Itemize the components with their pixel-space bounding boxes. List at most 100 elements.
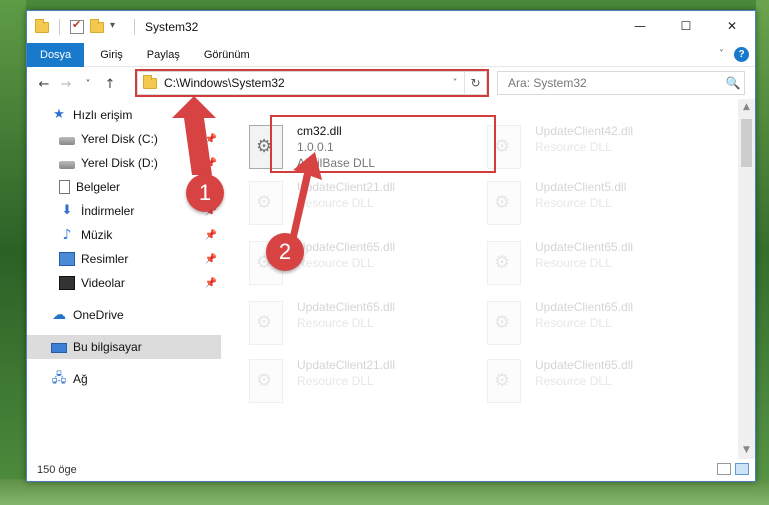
file-meta: UpdateClient65.dll Resource DLL bbox=[297, 239, 395, 291]
file-name: cm32.dll bbox=[297, 124, 342, 138]
dll-file-icon bbox=[487, 241, 521, 285]
tab-home[interactable]: Giriş bbox=[88, 43, 135, 67]
scroll-down-icon[interactable]: ▼ bbox=[738, 442, 755, 459]
network-icon: 🖧 bbox=[51, 371, 67, 386]
search-box[interactable]: Ara: System32 🔍 bbox=[497, 71, 745, 95]
dll-file-icon bbox=[487, 359, 521, 403]
file-description: Resource DLL bbox=[535, 374, 612, 388]
file-name: UpdateClient65.dll bbox=[297, 300, 396, 314]
recent-locations-button[interactable]: ˅ bbox=[77, 79, 99, 90]
vertical-scrollbar[interactable]: ▲ ▼ bbox=[738, 99, 755, 459]
up-button[interactable]: ↑ bbox=[99, 77, 121, 92]
divider bbox=[59, 19, 60, 35]
pin-icon: 📌 bbox=[204, 277, 217, 289]
file-description: Resource DLL bbox=[535, 196, 612, 210]
sidebar-item-label: Belgeler bbox=[76, 180, 121, 194]
divider bbox=[134, 19, 135, 35]
file-name: UpdateClient5.dll bbox=[535, 180, 627, 194]
sidebar-item-label: Resimler bbox=[81, 252, 129, 266]
folder-icon bbox=[143, 74, 157, 89]
large-icons-view-icon[interactable] bbox=[735, 463, 749, 475]
address-dropdown-icon[interactable]: ˅ bbox=[446, 78, 464, 89]
pin-icon: 📌 bbox=[204, 229, 217, 241]
sidebar-item-videos[interactable]: Videolar 📌 bbox=[27, 271, 221, 295]
sidebar-item-label: İndirmeler bbox=[81, 204, 135, 218]
sidebar-item-quick-access[interactable]: ★ Hızlı erişim bbox=[27, 103, 221, 127]
file-meta: UpdateClient21.dll Resource DLL bbox=[297, 179, 395, 231]
sidebar-item-local-disk-c[interactable]: Yerel Disk (C:) 📌 bbox=[27, 127, 221, 151]
sidebar-item-pictures[interactable]: Resimler 📌 bbox=[27, 247, 221, 271]
search-input[interactable]: Ara: System32 bbox=[508, 76, 722, 90]
sidebar-item-label: Bu bilgisayar bbox=[73, 340, 142, 354]
new-folder-icon[interactable] bbox=[90, 18, 104, 33]
file-meta: UpdateClient65.dll Resource DLL bbox=[535, 357, 633, 409]
sidebar-item-network[interactable]: 🖧 Ağ bbox=[27, 367, 221, 391]
computer-icon bbox=[51, 343, 67, 353]
help-icon[interactable]: ? bbox=[734, 47, 749, 62]
file-item[interactable]: UpdateClient5.dll Resource DLL bbox=[487, 175, 717, 231]
customize-toolbar-icon[interactable]: ▾ bbox=[110, 20, 124, 34]
file-item-cm32-dll[interactable]: cm32.dll 1.0.0.1 AUtilBase DLL bbox=[249, 119, 479, 175]
tab-share[interactable]: Paylaş bbox=[135, 43, 192, 67]
file-item[interactable]: UpdateClient65.dll Resource DLL bbox=[487, 353, 717, 409]
file-description: Resource DLL bbox=[535, 256, 612, 270]
file-item[interactable]: UpdateClient42.dll Resource DLL bbox=[487, 119, 717, 175]
desktop-background-bottom bbox=[0, 479, 769, 505]
file-meta: UpdateClient5.dll Resource DLL bbox=[535, 179, 626, 231]
close-button[interactable]: ✕ bbox=[709, 11, 755, 41]
file-description: Resource DLL bbox=[535, 316, 612, 330]
details-view-icon[interactable] bbox=[717, 463, 731, 475]
file-name: UpdateClient65.dll bbox=[535, 300, 634, 314]
address-path[interactable]: C:\Windows\System32 bbox=[164, 76, 446, 90]
scroll-thumb[interactable] bbox=[741, 119, 752, 167]
sidebar-item-label: Ağ bbox=[73, 372, 88, 386]
maximize-button[interactable]: ☐ bbox=[663, 11, 709, 41]
navigation-pane: ★ Hızlı erişim Yerel Disk (C:) 📌 Yerel D… bbox=[27, 103, 221, 459]
back-button[interactable]: ← bbox=[33, 77, 55, 92]
file-item[interactable]: UpdateClient21.dll Resource DLL bbox=[249, 353, 479, 409]
file-item[interactable]: UpdateClient65.dll Resource DLL bbox=[487, 235, 717, 291]
window-controls: — ☐ ✕ bbox=[617, 11, 755, 41]
file-version: 1.0.0.1 bbox=[297, 140, 334, 154]
minimize-button[interactable]: — bbox=[617, 11, 663, 41]
file-item[interactable]: UpdateClient65.dll Resource DLL bbox=[487, 295, 717, 351]
tab-file[interactable]: Dosya bbox=[27, 42, 85, 67]
sidebar-item-label: Müzik bbox=[81, 228, 113, 242]
tab-view[interactable]: Görünüm bbox=[192, 43, 262, 67]
document-icon bbox=[59, 180, 70, 194]
sidebar-item-label: OneDrive bbox=[73, 308, 124, 322]
step-2-badge: 2 bbox=[266, 233, 304, 271]
address-bar[interactable]: C:\Windows\System32 ˅ ↻ bbox=[137, 71, 487, 95]
ribbon-right-controls: ˅ ? bbox=[719, 47, 749, 62]
file-item[interactable]: UpdateClient65.dll Resource DLL bbox=[249, 295, 479, 351]
sidebar-item-onedrive[interactable]: ☁ OneDrive bbox=[27, 303, 221, 327]
refresh-button[interactable]: ↻ bbox=[464, 72, 486, 94]
dll-file-icon bbox=[249, 301, 283, 345]
sidebar-item-music[interactable]: ♪ Müzik 📌 bbox=[27, 223, 221, 247]
sidebar-item-label: Yerel Disk (C:) bbox=[81, 132, 158, 146]
file-description: AUtilBase DLL bbox=[297, 156, 376, 170]
file-description: Resource DLL bbox=[297, 256, 374, 270]
file-explorer-window: ▾ System32 — ☐ ✕ Dosya Giriş Paylaş Görü… bbox=[26, 10, 756, 482]
window-title: System32 bbox=[145, 20, 199, 34]
file-description: Resource DLL bbox=[297, 316, 374, 330]
file-meta: UpdateClient21.dll Resource DLL bbox=[297, 357, 395, 409]
properties-icon[interactable] bbox=[70, 18, 84, 34]
folder-icon[interactable] bbox=[35, 18, 49, 33]
step-1-badge: 1 bbox=[186, 174, 224, 212]
sidebar-item-label: Videolar bbox=[81, 276, 125, 290]
disk-icon bbox=[59, 136, 75, 145]
sidebar-item-local-disk-d[interactable]: Yerel Disk (D:) 📌 bbox=[27, 151, 221, 175]
expand-ribbon-icon[interactable]: ˅ bbox=[719, 49, 724, 60]
cloud-icon: ☁ bbox=[52, 307, 66, 323]
file-item[interactable]: UpdateClient21.dll Resource DLL bbox=[249, 175, 479, 231]
navigation-bar: ← → ˅ ↑ C:\Windows\System32 ˅ ↻ Ara: Sys… bbox=[27, 69, 755, 99]
sidebar-item-label: Hızlı erişim bbox=[73, 108, 133, 122]
scroll-up-icon[interactable]: ▲ bbox=[738, 99, 755, 116]
search-icon[interactable]: 🔍 bbox=[722, 76, 744, 90]
file-name: UpdateClient65.dll bbox=[535, 240, 634, 254]
forward-button[interactable]: → bbox=[55, 77, 77, 92]
videos-icon bbox=[59, 276, 75, 290]
sidebar-item-this-pc[interactable]: Bu bilgisayar bbox=[27, 335, 221, 359]
file-meta: UpdateClient65.dll Resource DLL bbox=[297, 299, 395, 351]
